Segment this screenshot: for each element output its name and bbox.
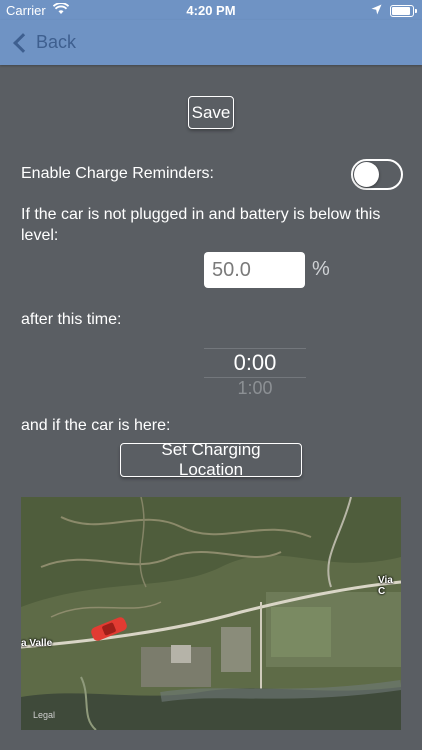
status-bar: Carrier 4:20 PM bbox=[0, 0, 422, 20]
street-label-right: Via C bbox=[378, 575, 393, 597]
map-view[interactable]: a Valle Via C Legal bbox=[21, 497, 401, 730]
time-picker[interactable]: 0:00 1:00 bbox=[204, 344, 306, 396]
time-label: after this time: bbox=[21, 311, 122, 328]
battery-threshold-label: If the car is not plugged in and battery… bbox=[21, 206, 381, 244]
save-button[interactable]: Save bbox=[188, 96, 234, 129]
location-arrow-icon bbox=[371, 3, 382, 18]
clock: 4:20 PM bbox=[186, 3, 236, 18]
legal-link[interactable]: Legal bbox=[33, 710, 55, 720]
enable-reminders-label: Enable Charge Reminders: bbox=[21, 165, 214, 182]
battery-level-input[interactable]: 50.0 bbox=[204, 252, 305, 288]
navigation-bar: Back bbox=[0, 20, 422, 65]
toggle-knob bbox=[354, 162, 379, 187]
location-label: and if the car is here: bbox=[21, 417, 171, 434]
enable-reminders-toggle[interactable] bbox=[351, 159, 403, 190]
back-button[interactable]: Back bbox=[12, 32, 76, 53]
battery-icon bbox=[390, 5, 417, 17]
back-label: Back bbox=[36, 32, 77, 52]
picker-selected-value[interactable]: 0:00 bbox=[204, 350, 306, 376]
set-charging-location-button[interactable]: Set Charging Location bbox=[120, 440, 302, 479]
picker-top-line bbox=[204, 348, 306, 349]
picker-next-value[interactable]: 1:00 bbox=[204, 378, 306, 396]
satellite-imagery bbox=[21, 497, 401, 730]
percent-label: % bbox=[312, 258, 330, 280]
chevron-left-icon bbox=[13, 32, 33, 53]
street-label-left: a Valle bbox=[21, 638, 53, 649]
